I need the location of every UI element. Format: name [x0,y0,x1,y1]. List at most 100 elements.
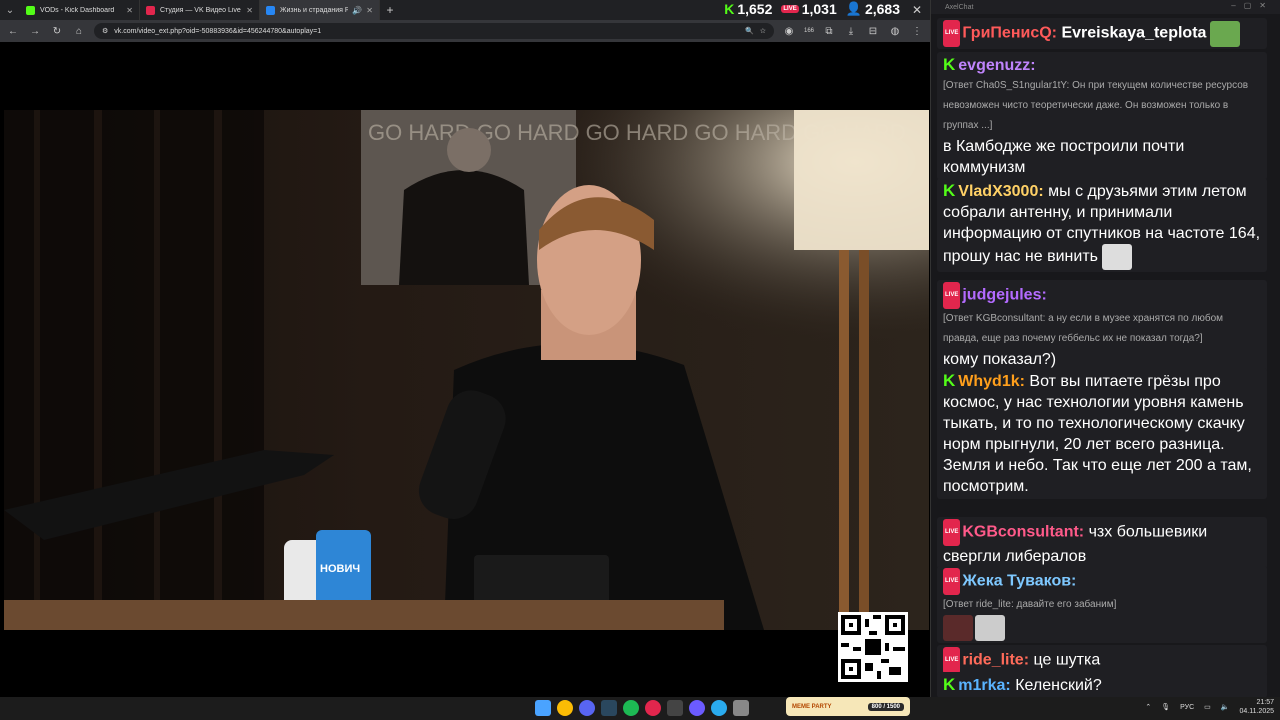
kick-logo-icon: K [724,1,735,17]
vk-live-badge-icon: LIVE [943,647,961,674]
extension-badge: 166 [803,28,814,34]
date: 04.11.2025 [1239,708,1274,715]
chat-message: LIVE Жека Туваков: [Ответ ride_lite: давай… [937,566,1267,643]
chat-reply-quote: [Ответ KGBconsultant: а ну если в музее … [943,313,1224,344]
speaker-icon[interactable]: 🔊 [352,6,362,15]
viewer-stats: K 1,652 LIVE 1,031 👤 2,683 [724,1,900,17]
app-icon[interactable] [645,700,661,716]
reload-icon[interactable]: ↻ [50,26,64,37]
home-icon[interactable]: ⌂ [72,26,86,37]
notes-icon[interactable] [733,700,749,716]
system-tray: ⌃ 🎙 РУС ▭ 🔈 21:57 04.11.2025 [1145,698,1274,716]
close-icon[interactable]: ✕ [366,6,373,15]
vk-live-badge-icon: LIVE [943,20,961,47]
navigation-bar: ← → ↻ ⌂ ⚙ vk.com/video_ext.php?oid=-5088… [0,20,930,42]
chat-reply-quote: [Ответ ride_lite: давайте его забаним] [943,599,1117,610]
chat-username[interactable]: Whyd1k: [958,373,1025,390]
chat-username[interactable]: ride_lite: [962,652,1029,669]
vk-live-badge-icon: LIVE [943,568,961,595]
chat-panel: AxelChat –▢✕ LIVE ГриПенисQ: Evreiskaya_t… [930,0,1280,698]
menu-icon[interactable]: ⋮ [910,26,924,37]
spotify-icon[interactable] [623,700,639,716]
network-icon[interactable]: ▭ [1204,703,1211,711]
extension-icon[interactable]: ◉ [782,26,796,37]
chat-window-title: AxelChat –▢✕ [931,0,1280,14]
chat-username[interactable]: m1rka: [958,677,1010,694]
back-icon[interactable]: ← [6,26,20,37]
volume-icon[interactable]: 🔈 [1221,703,1230,711]
video-player[interactable]: GO HARD GO HARD GO HARD GO HARD GO HARD … [4,110,929,630]
zoom-icon[interactable]: 🔍 [745,27,754,35]
chat-message: Km1rka: Келенский? [937,672,1267,698]
obs-icon[interactable] [667,700,683,716]
new-tab-button[interactable]: + [380,3,400,17]
emote-icon [975,615,1005,641]
close-icon[interactable]: ✕ [126,6,133,15]
chat-username[interactable]: ГриПенисQ: [962,25,1057,42]
chat-message: K Whyd1k: Вот вы питаете грёзы про космос… [937,368,1267,499]
profile-icon[interactable]: ◍ [888,26,902,37]
tab-search-icon[interactable]: ⌄ [0,0,20,20]
media-icon[interactable] [689,700,705,716]
chat-message: LIVE KGBconsultant: чзх большевики свергл… [937,517,1267,569]
chat-username[interactable]: judgejules: [962,287,1046,304]
video-frame: GO HARD GO HARD GO HARD GO HARD GO HARD … [4,110,929,630]
language-indicator[interactable]: РУС [1180,704,1194,711]
chat-app-name: AxelChat [945,3,974,11]
sidebar-icon[interactable]: ⊟ [866,26,880,37]
vk-favicon-icon [146,5,155,15]
chrome-icon[interactable] [557,700,573,716]
tray-chevron-icon[interactable]: ⌃ [1145,703,1151,711]
window-close-icon[interactable]: ✕ [912,3,922,17]
url-text: vk.com/video_ext.php?oid=-50883936&id=45… [114,27,322,35]
kick-badge-icon: K [943,675,956,694]
vk-live-badge-icon: LIVE [943,282,961,309]
vk-live-badge-icon: LIVE [943,519,961,546]
vk-favicon-icon [266,5,275,15]
bookmark-star-icon[interactable]: ☆ [760,27,766,35]
forward-icon[interactable]: → [28,26,42,37]
chat-username[interactable]: VladX3000: [958,183,1043,200]
tab-vk-video[interactable]: Жизнь и страдания Рома... 🔊 ✕ [260,0,380,20]
chat-message: K VladX3000: мы с друзьями этим летом соб… [937,178,1267,272]
chat-message-text: це шутка [1033,651,1101,669]
telegram-icon[interactable] [711,700,727,716]
taskbar [0,697,1280,720]
tab-title: Студия — VK Видео Live [160,6,241,14]
qr-code-image [841,615,905,679]
chat-username[interactable]: evgenuzz: [958,57,1035,74]
download-icon[interactable]: ⤓ [844,26,858,37]
cat-emote-icon [1101,244,1132,270]
user-icon: 👤 [845,1,862,16]
chat-message-text: Келенский? [1015,677,1102,694]
kick-badge-icon: K [943,181,956,200]
close-icon[interactable]: ✕ [246,6,253,15]
meme-party-widget[interactable]: MEME PARTY 800 / 1500 [786,697,910,716]
total-viewer-count: 2,683 [864,1,900,17]
vk-viewer-count: 1,031 [801,1,837,17]
browser-window: ⌄ VODs - Kick Dashboard ✕ Студия — VK Ви… [0,0,930,697]
tab-kick-vods[interactable]: VODs - Kick Dashboard ✕ [20,0,140,20]
window-controls-icon[interactable]: –▢✕ [1231,1,1274,10]
kick-badge-icon: K [943,55,956,74]
chat-reply-quote: [Ответ Cha0S_S1ngular1tY: Он при текущем… [943,80,1249,131]
chat-message: LIVE ГриПенисQ: Evreiskaya_teplota [937,18,1267,49]
steam-icon[interactable] [601,700,617,716]
extensions-puzzle-icon[interactable]: ⧉ [822,26,836,37]
emote-icon [943,615,973,641]
vk-live-logo-icon: LIVE [781,5,799,13]
chat-username[interactable]: Жека Туваков: [962,573,1076,590]
site-info-icon[interactable]: ⚙ [102,27,108,35]
start-icon[interactable] [535,700,551,716]
chat-username[interactable]: KGBconsultant: [962,524,1084,541]
chat-message-text: кому показал?) [943,351,1057,368]
mic-icon[interactable]: 🎙 [1161,703,1170,711]
widget-title: MEME PARTY [792,703,832,710]
kick-viewer-count: 1,652 [737,1,773,17]
tab-vk-studio[interactable]: Студия — VK Видео Live ✕ [140,0,260,20]
discord-icon[interactable] [579,700,595,716]
chat-message: LIVE judgejules: [Ответ KGBconsultant: а н… [937,280,1267,372]
clock[interactable]: 21:57 04.11.2025 [1239,698,1274,716]
address-bar[interactable]: ⚙ vk.com/video_ext.php?oid=-50883936&id=… [94,23,774,39]
tab-bar: ⌄ VODs - Kick Dashboard ✕ Студия — VK Ви… [0,0,930,20]
